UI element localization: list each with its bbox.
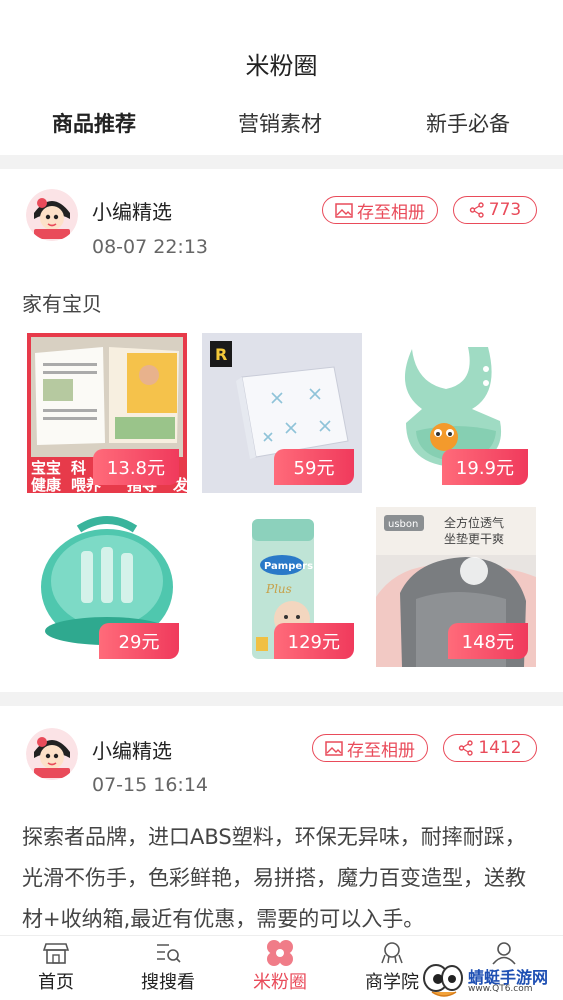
book-overlay-text: 宝宝 [31,459,61,477]
save-label: 存至相册 [357,202,425,223]
post-author: 小编精选 [92,200,172,224]
nav-label: 搜搜看 [141,972,195,993]
book-overlay-text: 健康 [31,476,62,493]
share-button[interactable]: 773 [453,196,537,224]
academy-icon [381,942,403,964]
share-icon [459,740,474,756]
top-bar: 米粉圈 商品推荐 营销素材 新手必备 [0,0,563,155]
image-icon [325,740,343,756]
post-time: 07-15 16:14 [92,774,209,796]
tab-bar: 商品推荐 营销素材 新手必备 [0,108,563,140]
save-label: 存至相册 [347,740,415,761]
share-count: 1412 [478,738,522,758]
post-text: 探索者品牌，进口ABS塑料，环保无异味，耐摔耐踩，光滑不伤手，色彩鲜艳，易拼搭，… [22,825,526,931]
tab-marketing-material[interactable]: 营销素材 [238,108,322,138]
product-item[interactable]: usbon 全方位透气 坐垫更干爽 148元 [376,507,536,667]
nav-mifen-circle[interactable]: 米粉圈 [224,940,336,994]
tab-beginner-essentials[interactable]: 新手必备 [426,108,510,138]
product-item[interactable]: R 59元 [202,333,362,493]
post-text: 家有宝贝 [22,292,102,316]
watermark-url: www.QT6.com [468,984,533,994]
product-slogan: 坐垫更干爽 [444,531,504,546]
nav-label: 首页 [38,972,74,993]
divider [0,155,563,169]
flower-icon [267,940,293,966]
book-overlay-text: 科 [71,459,86,477]
product-item[interactable]: 19.9元 [376,333,536,493]
nav-search[interactable]: 搜搜看 [112,940,224,994]
product-item[interactable]: Pampers Plus 129元 [202,507,362,667]
image-icon [335,202,353,218]
dragonfly-logo-icon [423,964,463,997]
divider [0,692,563,706]
share-button[interactable]: 1412 [443,734,537,762]
product-price: 129元 [273,623,354,659]
nav-home[interactable]: 首页 [0,940,112,994]
share-icon [469,202,484,218]
post-card: 小编精选 08-07 22:13 存至相册 773 家有宝贝 宝宝 健康 科 喂… [0,169,563,692]
avatar[interactable] [26,189,78,241]
post-time: 08-07 22:13 [92,236,209,258]
page-title: 米粉圈 [245,52,318,80]
share-count: 773 [488,200,522,220]
watermark: 蜻蜓手游网 www.QT6.com [418,960,563,1000]
product-price: 13.8元 [92,449,179,485]
post-card: 小编精选 07-15 16:14 存至相册 1412 探索者品牌，进口ABS塑料… [0,706,563,935]
tab-product-recommend[interactable]: 商品推荐 [52,108,136,138]
post-author: 小编精选 [92,739,172,763]
product-price: 19.9元 [441,449,528,485]
product-item[interactable]: 宝宝 健康 科 喂养 指导 发 13.8元 [27,333,187,493]
save-to-album-button[interactable]: 存至相册 [322,196,438,224]
brand-mark: Plus [265,582,292,596]
save-to-album-button[interactable]: 存至相册 [312,734,428,762]
product-item[interactable]: 29元 [27,507,187,667]
brand-mark: usbon [388,519,418,530]
product-slogan: 全方位透气 [444,515,504,530]
search-list-icon [157,944,181,963]
product-price: 29元 [99,623,179,659]
product-price: 148元 [447,623,528,659]
product-price: 59元 [274,449,354,485]
avatar[interactable] [26,728,78,780]
shop-icon [43,943,69,964]
brand-mark: Pampers [264,561,313,572]
brand-mark: R [215,345,227,364]
nav-label: 米粉圈 [253,972,307,993]
